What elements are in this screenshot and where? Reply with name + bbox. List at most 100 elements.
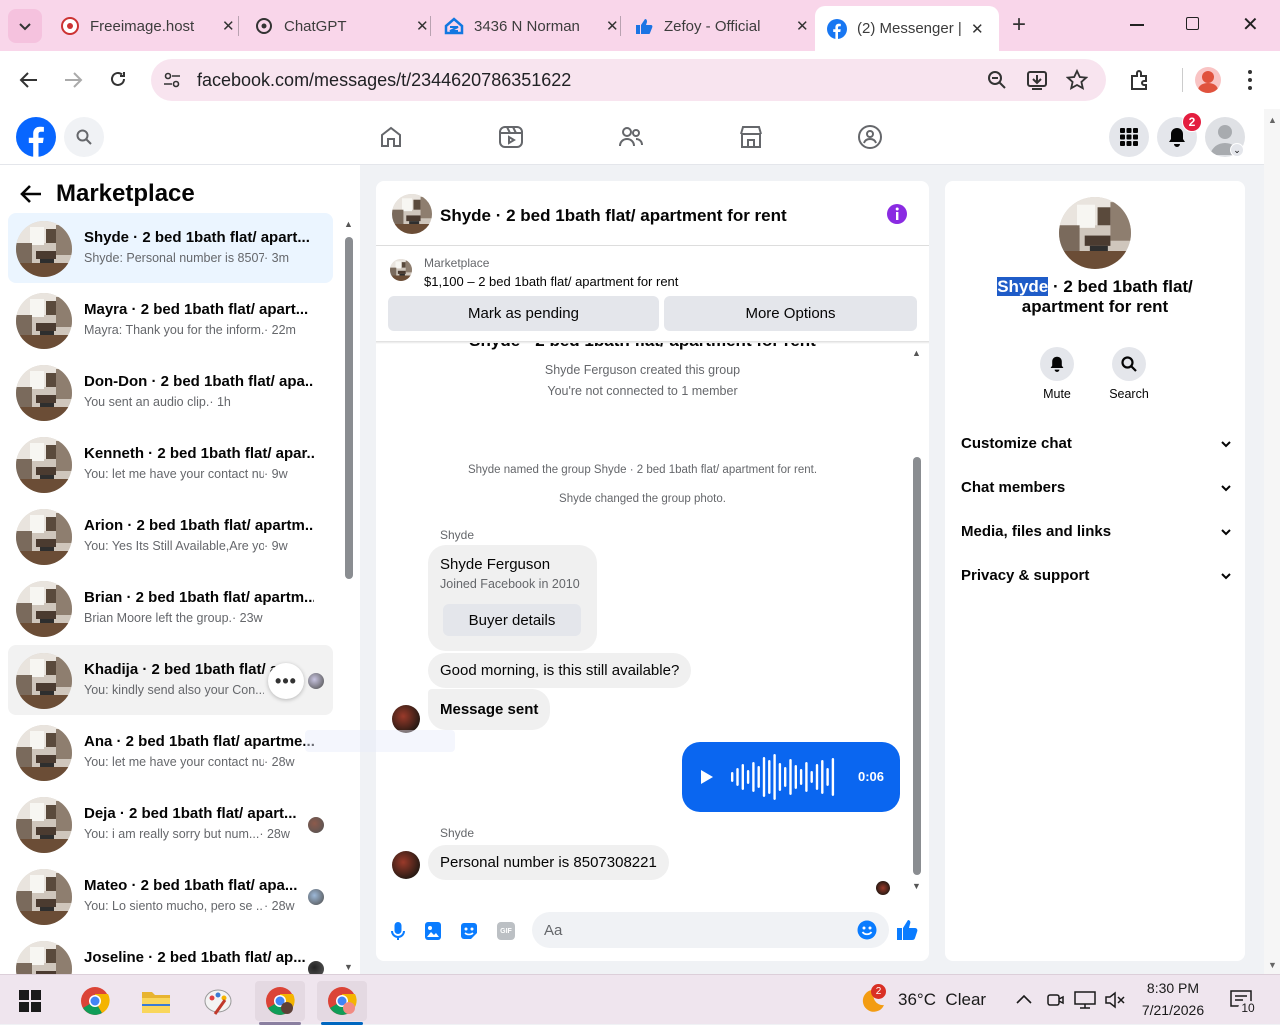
microphone-icon[interactable]	[390, 921, 406, 941]
conversation-item[interactable]: Deja · 2 bed 1bath flat/ apart... You: i …	[8, 789, 333, 859]
close-icon[interactable]: ✕	[606, 17, 619, 35]
search-button[interactable]	[64, 117, 104, 157]
clock-date[interactable]: 7/21/2026	[1128, 1002, 1218, 1018]
search-chat-button[interactable]	[1112, 347, 1146, 381]
browser-menu-icon[interactable]	[1248, 70, 1252, 90]
page-scrollbar[interactable]: ▲ ▼	[1264, 109, 1280, 974]
home-icon[interactable]	[379, 125, 403, 149]
tab-zillow[interactable]: 3436 N Norman ✕	[432, 8, 631, 44]
chevron-up-icon[interactable]	[1016, 994, 1032, 1004]
message-input[interactable]: Aa	[532, 912, 889, 948]
network-icon[interactable]	[1074, 990, 1096, 1010]
camera-icon[interactable]	[1046, 991, 1064, 1009]
volume-muted-icon[interactable]	[1104, 990, 1126, 1010]
chrome-active-taskbar-button[interactable]	[317, 981, 367, 1021]
grid-menu-icon	[1120, 128, 1138, 146]
back-icon[interactable]	[19, 70, 39, 90]
zoom-icon[interactable]	[987, 70, 1007, 90]
mute-button[interactable]	[1040, 347, 1074, 381]
screenshot-tooltip-ghost	[305, 730, 455, 752]
group-avatar[interactable]	[1059, 197, 1131, 269]
photo-icon[interactable]	[424, 921, 442, 941]
chat-avatar[interactable]	[392, 194, 432, 234]
message-bubble[interactable]: Good morning, is this still available?	[428, 653, 692, 688]
chrome-profile-taskbar-button[interactable]	[255, 981, 305, 1021]
menu-button[interactable]	[1109, 117, 1149, 157]
more-options-button[interactable]: More Options	[664, 296, 917, 331]
mark-pending-button[interactable]: Mark as pending	[388, 296, 659, 331]
conversation-item[interactable]: Brian · 2 bed 1bath flat/ apartm... Brian…	[8, 573, 333, 643]
bookmark-star-icon[interactable]	[1066, 69, 1088, 91]
chat-scrollbar[interactable]: ▲ ▼	[910, 346, 924, 891]
start-button[interactable]	[5, 981, 55, 1021]
listing-price[interactable]: $1,100 – 2 bed 1bath flat/ apartment for…	[424, 274, 678, 289]
preview-text: Shyde: Personal number is 85073...	[84, 251, 264, 265]
tab-search-button[interactable]	[8, 9, 42, 43]
url-text[interactable]: facebook.com/messages/t/2344620786351622	[197, 70, 571, 91]
chrome-icon	[81, 987, 110, 1015]
palette-icon	[204, 989, 232, 1015]
conversation-preview: You: Yes Its Still Available,Are you i..…	[84, 539, 288, 553]
conversation-item[interactable]: Mateo · 2 bed 1bath flat/ apa... You: Lo …	[8, 861, 333, 931]
play-icon[interactable]	[700, 770, 714, 784]
close-icon[interactable]: ✕	[222, 17, 235, 35]
forward-icon[interactable]	[63, 70, 83, 90]
weather-widget[interactable]: 2 36°C Clear	[856, 984, 996, 1017]
buyer-details-button[interactable]: Buyer details	[443, 604, 581, 636]
install-app-icon[interactable]	[1026, 69, 1048, 91]
section-privacy-support[interactable]: Privacy & support	[961, 567, 1231, 584]
close-icon[interactable]: ✕	[971, 20, 984, 38]
tab-zefoy[interactable]: Zefoy - Official ✕	[622, 8, 821, 44]
conversation-preview: You: Lo siento mucho, pero se ...· 28w	[84, 899, 295, 913]
reload-icon[interactable]	[108, 69, 128, 89]
chrome-taskbar-button[interactable]	[70, 981, 120, 1021]
conversation-item[interactable]: Mayra · 2 bed 1bath flat/ apart... Mayra:…	[8, 285, 333, 355]
tab-messenger[interactable]: (2) Messenger | ✕	[815, 6, 999, 51]
file-explorer-button[interactable]	[131, 981, 181, 1021]
message-bubble[interactable]: Personal number is 8507308221	[428, 845, 669, 880]
friends-icon[interactable]	[618, 125, 644, 149]
profile-avatar[interactable]	[1195, 67, 1221, 93]
clock-time[interactable]: 8:30 PM	[1128, 980, 1218, 996]
chevron-down-icon[interactable]: ⌄	[1230, 143, 1244, 157]
groups-icon[interactable]	[857, 124, 883, 150]
marketplace-icon[interactable]	[738, 125, 764, 149]
close-icon[interactable]: ✕	[416, 17, 429, 35]
like-icon[interactable]	[896, 919, 918, 941]
section-customize-chat[interactable]: Customize chat	[961, 435, 1231, 452]
chevron-down-icon	[19, 23, 31, 31]
conversation-item[interactable]: Arion · 2 bed 1bath flat/ apartm... You: …	[8, 501, 333, 571]
info-icon[interactable]	[886, 203, 908, 225]
audio-message[interactable]: 0:06	[682, 742, 900, 812]
paint-app-button[interactable]	[193, 981, 243, 1021]
conversation-item[interactable]: Ana · 2 bed 1bath flat/ apartme... You: l…	[8, 717, 333, 787]
tab-freeimage[interactable]: Freeimage.host ✕	[48, 8, 247, 44]
tab-chatgpt[interactable]: ChatGPT ✕	[242, 8, 441, 44]
back-arrow-icon[interactable]	[20, 184, 42, 204]
facebook-logo-icon[interactable]	[16, 117, 56, 157]
conversation-item[interactable]: Shyde · 2 bed 1bath flat/ apart... Shyde:…	[8, 213, 333, 283]
minimize-button[interactable]	[1130, 24, 1144, 26]
listing-thumbnail[interactable]	[390, 259, 412, 281]
close-icon[interactable]: ✕	[796, 17, 809, 35]
sticker-icon[interactable]	[459, 921, 479, 941]
new-tab-button[interactable]: +	[1012, 12, 1026, 38]
close-window-button[interactable]: ✕	[1242, 12, 1259, 37]
browser-toolbar: facebook.com/messages/t/2344620786351622	[0, 51, 1280, 109]
list-scrollbar[interactable]: ▲ ▼	[342, 217, 356, 974]
video-icon[interactable]	[498, 125, 524, 149]
conversation-item[interactable]: Don-Don · 2 bed 1bath flat/ apa... You se…	[8, 357, 333, 427]
gif-icon[interactable]: GIF	[497, 922, 515, 940]
site-settings-icon[interactable]	[163, 71, 181, 89]
conversation-item[interactable]: Kenneth · 2 bed 1bath flat/ apar... You: …	[8, 429, 333, 499]
section-media-files[interactable]: Media, files and links	[961, 523, 1231, 540]
chat-title[interactable]: Shyde · 2 bed 1bath flat/ apartment for …	[440, 206, 787, 226]
address-bar[interactable]: facebook.com/messages/t/2344620786351622	[151, 59, 1106, 101]
maximize-button[interactable]	[1186, 17, 1199, 30]
emoji-icon[interactable]	[857, 920, 877, 940]
more-options-icon[interactable]: •••	[268, 663, 304, 699]
extensions-icon[interactable]	[1128, 68, 1152, 92]
section-chat-members[interactable]: Chat members	[961, 479, 1231, 496]
conversation-name: Ana · 2 bed 1bath flat/ apartme...	[84, 733, 314, 750]
message-bubble[interactable]: Message sent	[428, 689, 551, 730]
